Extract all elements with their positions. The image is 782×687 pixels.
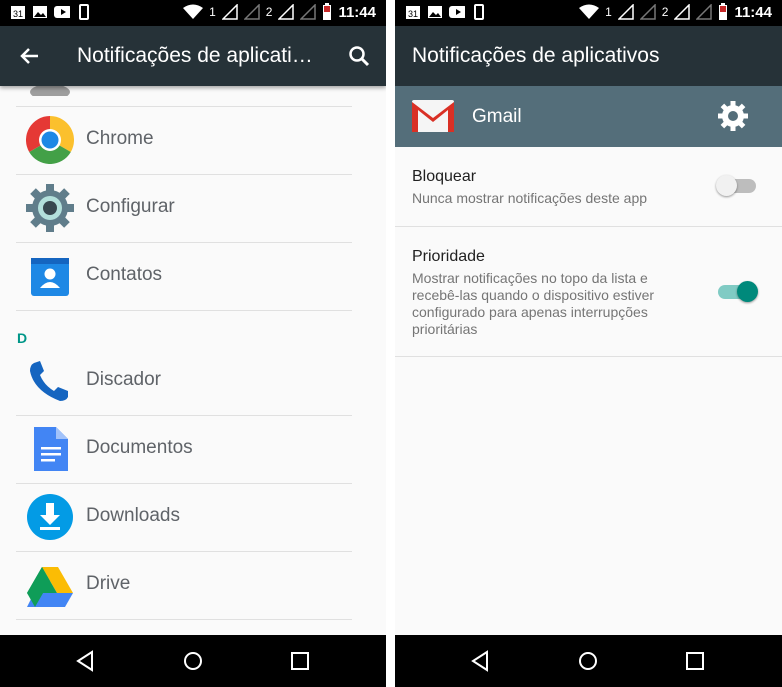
setting-subtitle: Mostrar notificações no topo da lista e … <box>412 270 692 338</box>
signal-empty-icon <box>243 4 260 20</box>
prioridade-toggle[interactable] <box>718 281 758 302</box>
app-name: Discador <box>86 369 161 390</box>
battery-icon <box>719 3 728 20</box>
navigation-bar <box>395 635 782 687</box>
image-icon <box>32 4 48 20</box>
signal-empty-icon <box>639 4 656 20</box>
home-nav-icon[interactable] <box>576 649 600 673</box>
subtitle-line: Mostrar notificações no topo da lista e <box>412 270 648 286</box>
phone-device-icon <box>471 4 487 20</box>
calendar-icon: 31 <box>10 4 26 20</box>
list-item-downloads[interactable]: Downloads <box>16 483 352 552</box>
gear-icon[interactable] <box>718 101 748 131</box>
phone-icon <box>26 357 74 405</box>
sim1-label: 1 <box>605 5 612 19</box>
signal-icon-sim2 <box>278 4 295 20</box>
recents-nav-icon[interactable] <box>683 649 707 673</box>
page-title: Notificações de aplicativos <box>412 44 660 67</box>
app-bar: Notificações de aplicati… <box>0 26 386 86</box>
subtitle-line: configurado para apenas interrupções <box>412 304 648 320</box>
youtube-icon <box>54 4 70 20</box>
toggle-knob <box>716 175 737 196</box>
page-title: Notificações de aplicati… <box>77 44 313 67</box>
app-name: Contatos <box>86 264 163 285</box>
signal-icon-sim1 <box>221 4 238 20</box>
back-nav-icon[interactable] <box>74 649 98 673</box>
calendar-icon: 31 <box>405 4 421 20</box>
signal-empty-icon-2 <box>300 4 317 20</box>
signal-empty-icon-2 <box>696 4 713 20</box>
list-item-documentos[interactable]: Documentos <box>16 415 352 484</box>
subtitle-line: prioritárias <box>412 321 478 337</box>
phone-device-icon <box>76 4 92 20</box>
section-header-d: D <box>17 330 28 346</box>
app-list: Chrome Configurar Contatos D Discador Do… <box>0 86 386 635</box>
navigation-bar <box>0 635 386 687</box>
youtube-icon <box>449 4 465 20</box>
svg-text:31: 31 <box>408 9 418 19</box>
svg-text:31: 31 <box>13 9 23 19</box>
sim1-label: 1 <box>209 5 216 19</box>
image-icon <box>427 4 443 20</box>
setting-subtitle: Nunca mostrar notificações deste app <box>412 190 648 206</box>
search-icon[interactable] <box>348 45 370 67</box>
back-arrow-icon[interactable] <box>20 46 40 66</box>
download-icon <box>26 493 74 541</box>
signal-icon-sim1 <box>617 4 634 20</box>
home-nav-icon[interactable] <box>181 649 205 673</box>
drive-icon <box>26 561 74 609</box>
status-right: 1 2 11:44 <box>183 3 376 21</box>
app-bar: Notificações de aplicativos <box>395 26 782 86</box>
recents-nav-icon[interactable] <box>288 649 312 673</box>
setting-prioridade[interactable]: Prioridade Mostrar notificações no topo … <box>395 227 782 357</box>
toggle-knob <box>737 281 758 302</box>
signal-icon-sim2 <box>674 4 691 20</box>
sim2-label: 2 <box>661 5 669 19</box>
setting-bloquear[interactable]: Bloquear Nunca mostrar notificações dest… <box>395 147 782 227</box>
clock: 11:44 <box>734 3 772 21</box>
app-name: Drive <box>86 573 131 594</box>
right-screen: 31 1 2 11:44 Notificações de aplicativos… <box>395 0 782 687</box>
app-header-gmail: Gmail <box>395 86 782 147</box>
subtitle-line: recebê-las quando o dispositivo estiver <box>412 287 655 303</box>
contacts-icon <box>26 252 74 300</box>
chrome-icon <box>25 115 75 165</box>
gmail-icon <box>412 100 454 132</box>
list-item-drive[interactable]: Drive <box>16 551 352 620</box>
setting-title: Bloquear <box>412 168 477 185</box>
left-screen: 31 1 2 11:44 Notificações de aplicati… C… <box>0 0 386 687</box>
list-item-discador[interactable]: Discador <box>16 347 352 416</box>
status-bar: 31 1 2 11:44 <box>395 0 782 26</box>
battery-icon <box>323 3 332 20</box>
docs-icon <box>26 425 74 473</box>
clock: 11:44 <box>338 3 376 21</box>
settings-gear-icon <box>26 184 74 232</box>
list-item-configurar[interactable]: Configurar <box>16 174 352 243</box>
sim2-label: 2 <box>265 5 273 19</box>
list-item-partial[interactable] <box>16 86 352 107</box>
setting-title: Prioridade <box>412 248 485 265</box>
partial-app-icon <box>26 86 74 100</box>
app-name: Documentos <box>86 437 193 458</box>
status-right: 1 2 11:44 <box>579 3 772 21</box>
notification-icons: 31 <box>10 4 92 20</box>
app-name: Downloads <box>86 505 180 526</box>
app-name: Gmail <box>472 106 522 127</box>
wifi-icon <box>183 4 204 19</box>
list-item-contatos[interactable]: Contatos <box>16 242 352 311</box>
notification-icons: 31 <box>405 4 487 20</box>
app-name: Chrome <box>86 128 154 149</box>
back-nav-icon[interactable] <box>469 649 493 673</box>
bloquear-toggle[interactable] <box>716 175 756 196</box>
status-bar: 31 1 2 11:44 <box>0 0 386 26</box>
list-item-chrome[interactable]: Chrome <box>16 106 352 175</box>
wifi-icon <box>579 4 600 19</box>
app-name: Configurar <box>86 196 175 217</box>
